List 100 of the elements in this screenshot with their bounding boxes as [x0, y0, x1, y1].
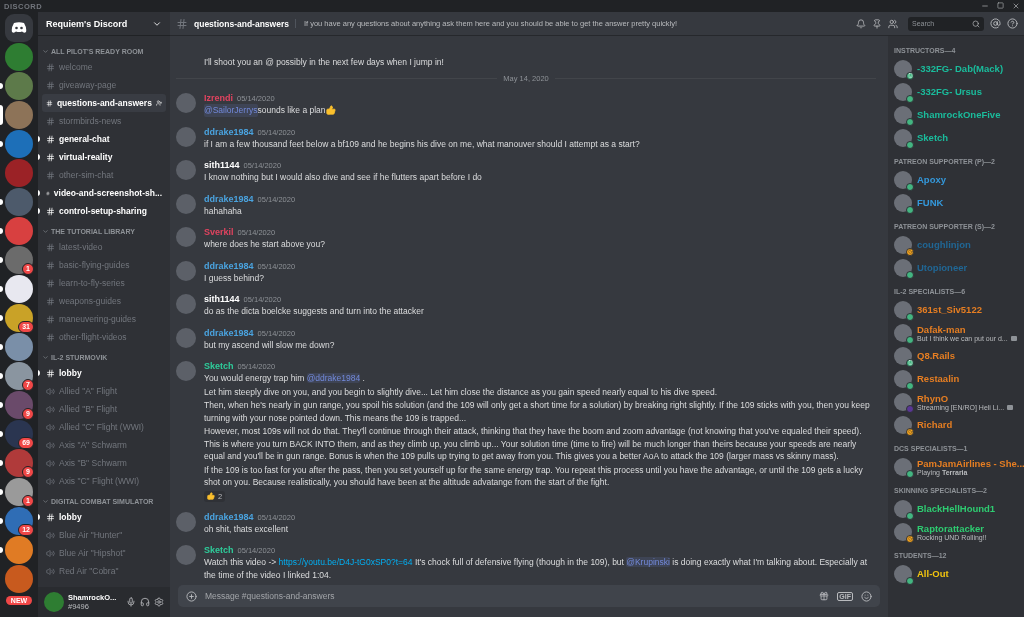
member-avatar[interactable]: [894, 346, 912, 365]
server-icon[interactable]: [5, 507, 33, 535]
server-icon[interactable]: [5, 362, 33, 390]
member-name[interactable]: Raptorattacker: [917, 522, 987, 534]
member-name[interactable]: BlackHellHound1: [917, 503, 996, 514]
settings-icon[interactable]: [154, 597, 164, 607]
member-avatar[interactable]: [894, 323, 912, 342]
members-icon[interactable]: [888, 18, 898, 29]
channel-item[interactable]: other-flight-videos: [42, 328, 166, 346]
member-avatar[interactable]: [894, 499, 912, 518]
channel-item[interactable]: weapons-guides: [42, 292, 166, 310]
channel-item[interactable]: Allied "C" Flight (WWI): [42, 418, 166, 436]
channel-item[interactable]: learn-to-fly-series: [42, 274, 166, 292]
channel-item[interactable]: basic-flying-guides: [42, 256, 166, 274]
member-name[interactable]: PamJamAirlines - She...: [917, 457, 1022, 469]
channel-item[interactable]: control-setup-sharing: [42, 202, 166, 220]
member-name[interactable]: All-Out: [917, 568, 949, 579]
author-name[interactable]: Sverkil: [204, 227, 234, 237]
video-link[interactable]: https://youtu.be/D4J-tG0xSP0?t=64: [278, 557, 413, 567]
member-name[interactable]: ShamrockOneFive: [917, 109, 1001, 120]
member-avatar[interactable]: [894, 59, 912, 78]
member-avatar[interactable]: [894, 392, 912, 411]
server-icon[interactable]: [5, 420, 33, 448]
server-icon[interactable]: [5, 478, 33, 506]
author-name[interactable]: Izrendi: [204, 93, 233, 103]
user-mention[interactable]: @SailorJerrys: [204, 104, 258, 117]
channel-item[interactable]: latest-video: [42, 238, 166, 256]
home-button[interactable]: [5, 14, 33, 42]
member-name[interactable]: -332FG- Ursus: [917, 86, 982, 97]
author-name[interactable]: Sketch: [204, 361, 234, 371]
member-avatar[interactable]: [894, 82, 912, 101]
channel-item[interactable]: maneuvering-guides: [42, 310, 166, 328]
member-avatar[interactable]: [894, 564, 912, 583]
plus-icon[interactable]: [186, 590, 197, 602]
member-name[interactable]: Restaalin: [917, 373, 960, 384]
mentions-icon[interactable]: [990, 18, 1001, 29]
gift-icon[interactable]: [819, 591, 830, 601]
channel-item[interactable]: virtual-reality: [42, 148, 166, 166]
member-avatar[interactable]: [894, 300, 912, 319]
author-name[interactable]: sith1144: [204, 160, 240, 170]
member-name[interactable]: 361st_Siv5122: [917, 304, 982, 315]
channel-item[interactable]: Allied "B" Flight: [42, 400, 166, 418]
member-name[interactable]: Dafak-man: [917, 323, 1017, 335]
member-name[interactable]: RhynO: [917, 392, 1014, 404]
help-icon[interactable]: [1007, 18, 1018, 29]
channel-item[interactable]: general-chat: [42, 130, 166, 148]
message-text: oh shit, thats excellent: [204, 522, 290, 535]
member-avatar[interactable]: [894, 170, 912, 189]
invite-icon[interactable]: [155, 99, 162, 107]
member-avatar[interactable]: [894, 128, 912, 147]
channel-item[interactable]: Axis "C" Flight (WWI): [42, 472, 166, 490]
author-name[interactable]: ddrake1984: [204, 260, 254, 271]
member-avatar[interactable]: [894, 235, 912, 254]
smile-icon[interactable]: [861, 590, 872, 602]
member-avatar[interactable]: [894, 457, 912, 476]
channel-item[interactable]: welcome: [42, 58, 166, 76]
channel-item[interactable]: questions-and-answers: [42, 94, 166, 112]
bell-icon[interactable]: [856, 18, 866, 29]
member-name[interactable]: -332FG- Dab(Mack): [917, 63, 1004, 74]
member-avatar[interactable]: [894, 522, 912, 541]
author-name[interactable]: ddrake1984: [204, 327, 254, 338]
author-name[interactable]: ddrake1984: [204, 511, 254, 522]
channel-item[interactable]: stormbirds-news: [42, 112, 166, 130]
headphones-icon[interactable]: [140, 597, 150, 607]
member-avatar[interactable]: [894, 105, 912, 124]
author-name[interactable]: Sketch: [204, 545, 234, 555]
channel-item[interactable]: Axis "B" Schwarm: [42, 454, 166, 472]
user-mention[interactable]: @ddrake1984: [306, 373, 361, 383]
member-name[interactable]: FUNK: [917, 197, 944, 208]
author-name[interactable]: sith1144: [204, 294, 240, 304]
user-mention[interactable]: @Krupinski: [626, 557, 670, 567]
user-avatar[interactable]: [44, 592, 64, 612]
channel-item[interactable]: Blue Air "Hipshot": [42, 544, 166, 562]
author-name[interactable]: ddrake1984: [204, 126, 254, 137]
server-icon[interactable]: [5, 275, 33, 303]
server-icon[interactable]: [5, 391, 33, 419]
channel-item[interactable]: lobby: [42, 508, 166, 526]
microphone-icon[interactable]: [126, 597, 136, 607]
member-name[interactable]: Sketch: [917, 132, 949, 143]
member-name[interactable]: Apoxy: [917, 174, 947, 185]
channel-item[interactable]: video-and-screenshot-sh...: [42, 184, 166, 202]
maximize-icon[interactable]: [997, 2, 1004, 9]
member-name[interactable]: Richard: [917, 419, 953, 430]
server-icon[interactable]: [5, 449, 33, 477]
pin-icon[interactable]: [872, 18, 882, 29]
server-icon[interactable]: [5, 536, 33, 564]
member-avatar[interactable]: [894, 193, 912, 212]
channel-item[interactable]: other-sim-chat: [42, 166, 166, 184]
close-icon[interactable]: [1012, 2, 1020, 10]
member-avatar[interactable]: [894, 369, 912, 388]
member-avatar[interactable]: [894, 258, 912, 277]
channel-item[interactable]: giveaway-page: [42, 76, 166, 94]
message-text: If the 109 is too fast for you after the pass, then you set yourself up for the same energy trap. You repeat this process until you have the advantage, or until the 109 gets a lucky shot on you. Because realistically, you should have been at the altitude advatange from the start of the fight.: [204, 463, 864, 489]
channel-item[interactable]: Blue Air "Hunter": [42, 526, 166, 544]
server-icon[interactable]: [5, 304, 33, 332]
message-text: where does he start above you?: [204, 238, 326, 251]
author-name[interactable]: ddrake1984: [204, 193, 254, 204]
member-name[interactable]: Q8.Rails: [917, 350, 956, 361]
member-avatar[interactable]: [894, 415, 912, 434]
channel-item[interactable]: lobby: [42, 364, 166, 382]
